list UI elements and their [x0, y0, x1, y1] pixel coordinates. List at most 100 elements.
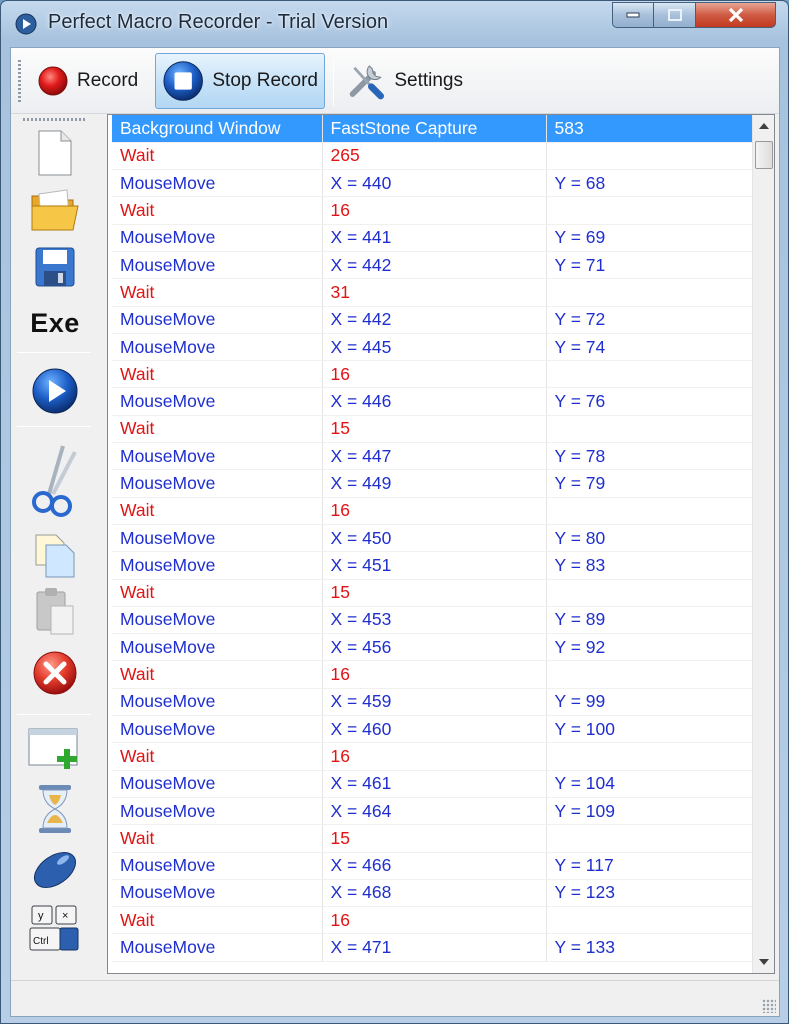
list-row[interactable]: MouseMove X = 447 Y = 78	[112, 442, 753, 471]
list-row[interactable]: MouseMove X = 442 Y = 72	[112, 306, 753, 334]
list-row[interactable]: MouseMove X = 461 Y = 104	[112, 770, 753, 798]
add-window-button[interactable]	[23, 722, 87, 776]
list-row[interactable]: Wait 16	[112, 497, 753, 525]
vertical-scrollbar[interactable]	[752, 115, 774, 973]
list-row[interactable]: Wait 15	[112, 824, 753, 853]
list-row[interactable]: MouseMove X = 453 Y = 89	[112, 606, 753, 635]
list-cell: MouseMove	[112, 551, 323, 580]
play-icon	[32, 368, 78, 414]
list-row-selected[interactable]: Background Window FastStone Capture 583	[112, 115, 753, 143]
list-cell: Y = 76	[546, 387, 753, 416]
list-cell: Y = 89	[546, 606, 753, 635]
list-cell	[546, 742, 753, 771]
list-cell: MouseMove	[112, 442, 323, 471]
list-row[interactable]: Wait 15	[112, 415, 753, 444]
scroll-thumb[interactable]	[755, 141, 773, 169]
toolbar-grip[interactable]	[18, 60, 21, 104]
list-cell: X = 449	[322, 469, 547, 498]
list-cell: MouseMove	[112, 251, 323, 280]
list-cell	[546, 824, 753, 853]
list-cell: 583	[546, 115, 753, 143]
list-cell: X = 440	[322, 169, 547, 198]
list-row[interactable]: MouseMove X = 464 Y = 109	[112, 797, 753, 826]
macro-event-list[interactable]: Background Window FastStone Capture 583 Wai…	[107, 114, 775, 974]
title-bar[interactable]: Perfect Macro Recorder - Trial Version	[1, 1, 788, 47]
list-row[interactable]: MouseMove X = 451 Y = 83	[112, 551, 753, 580]
list-row[interactable]: MouseMove X = 466 Y = 117	[112, 852, 753, 880]
list-cell: 16	[322, 660, 547, 689]
list-row[interactable]: MouseMove X = 445 Y = 74	[112, 333, 753, 362]
settings-button[interactable]: Settings	[339, 53, 469, 109]
list-row[interactable]: Wait 16	[112, 906, 753, 935]
close-button[interactable]	[696, 2, 776, 28]
app-play-icon[interactable]	[15, 13, 37, 35]
list-row[interactable]: Wait 31	[112, 278, 753, 307]
list-row[interactable]: MouseMove X = 460 Y = 100	[112, 715, 753, 744]
list-row[interactable]: MouseMove X = 450 Y = 80	[112, 524, 753, 553]
window-title: Perfect Macro Recorder - Trial Version	[48, 11, 389, 33]
paste-button[interactable]	[23, 584, 87, 638]
list-cell: X = 441	[322, 224, 547, 252]
list-row[interactable]: Wait 265	[112, 142, 753, 171]
list-row[interactable]: MouseMove X = 441 Y = 69	[112, 224, 753, 252]
list-cell: 16	[322, 906, 547, 935]
exe-label: Exe	[30, 307, 80, 338]
stop-record-button[interactable]: Stop Record	[155, 53, 325, 109]
insert-wait-button[interactable]	[23, 782, 87, 836]
list-cell: MouseMove	[112, 770, 323, 798]
scroll-down-button[interactable]	[753, 951, 774, 973]
record-button[interactable]: Record	[31, 53, 157, 109]
delete-button[interactable]	[23, 646, 87, 700]
list-row[interactable]: MouseMove X = 442 Y = 71	[112, 251, 753, 280]
list-cell: Y = 74	[546, 333, 753, 362]
delete-icon	[33, 651, 77, 695]
sidebar-grip[interactable]	[23, 118, 87, 121]
list-cell: X = 442	[322, 306, 547, 334]
list-row[interactable]: MouseMove X = 449 Y = 79	[112, 469, 753, 498]
list-cell: Wait	[112, 415, 323, 444]
make-exe-button[interactable]: Exe	[23, 302, 87, 344]
open-macro-button[interactable]	[23, 184, 87, 238]
list-cell: X = 460	[322, 715, 547, 744]
list-row[interactable]: MouseMove X = 468 Y = 123	[112, 879, 753, 908]
list-cell: 16	[322, 196, 547, 225]
list-cell: Y = 69	[546, 224, 753, 252]
list-cell: X = 459	[322, 688, 547, 717]
list-row[interactable]: MouseMove X = 456 Y = 92	[112, 633, 753, 662]
insert-keystroke-button[interactable]: y × Ctrl	[23, 898, 87, 960]
stop-icon	[163, 61, 203, 101]
play-macro-button[interactable]	[23, 364, 87, 418]
list-row[interactable]: Wait 16	[112, 660, 753, 689]
svg-text:y: y	[38, 910, 44, 922]
list-row[interactable]: Wait 16	[112, 360, 753, 389]
list-row[interactable]: Wait 15	[112, 579, 753, 607]
list-row[interactable]: Wait 16	[112, 742, 753, 771]
list-cell: MouseMove	[112, 606, 323, 635]
save-macro-button[interactable]	[23, 240, 87, 294]
list-row[interactable]: MouseMove X = 440 Y = 68	[112, 169, 753, 198]
list-cell: Y = 99	[546, 688, 753, 717]
copy-icon	[35, 534, 75, 578]
hourglass-icon	[39, 785, 71, 833]
resize-grip[interactable]	[762, 999, 776, 1013]
list-cell: X = 447	[322, 442, 547, 471]
maximize-button[interactable]	[654, 2, 696, 28]
new-macro-button[interactable]	[23, 126, 87, 180]
status-bar	[11, 980, 779, 1016]
scroll-up-button[interactable]	[753, 115, 774, 137]
insert-mouse-button[interactable]	[23, 842, 87, 896]
list-cell: Wait	[112, 660, 323, 689]
macro-event-table: Background Window FastStone Capture 583 Wai…	[112, 115, 753, 962]
list-cell: MouseMove	[112, 688, 323, 717]
cut-button[interactable]	[23, 440, 87, 520]
list-row[interactable]: MouseMove X = 471 Y = 133	[112, 933, 753, 962]
list-row[interactable]: MouseMove X = 446 Y = 76	[112, 387, 753, 416]
copy-button[interactable]	[23, 528, 87, 582]
minimize-button[interactable]	[612, 2, 654, 28]
list-cell: 15	[322, 579, 547, 607]
app-window: Perfect Macro Recorder - Trial Version R…	[0, 0, 789, 1024]
list-cell: Y = 68	[546, 169, 753, 198]
list-row[interactable]: MouseMove X = 459 Y = 99	[112, 688, 753, 717]
list-row[interactable]: Wait 16	[112, 196, 753, 225]
list-cell	[546, 278, 753, 307]
